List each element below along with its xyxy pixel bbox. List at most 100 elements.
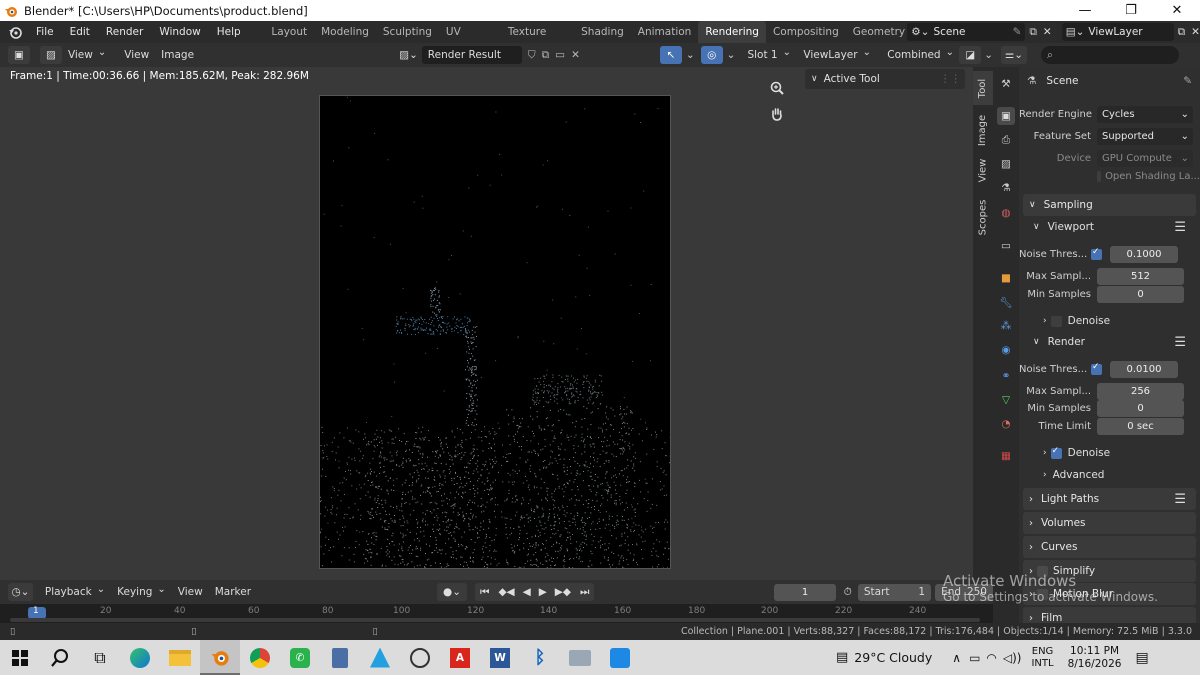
language-indicator[interactable]: ENG INTL (1031, 646, 1053, 670)
device-dropdown[interactable]: GPU Compute ⌄ (1097, 149, 1193, 167)
r-min-samples-field[interactable]: 0 (1097, 399, 1184, 417)
photos-app-icon[interactable] (600, 640, 640, 675)
preset-list-icon[interactable]: ☰ (1174, 492, 1186, 507)
blender-taskbar-icon[interactable] (200, 640, 240, 675)
render-tab-icon[interactable]: ▣ (997, 107, 1015, 125)
close-button[interactable]: ✕ (1154, 3, 1200, 18)
preset-list-icon[interactable]: ☰ (1174, 220, 1186, 235)
unlink-image-icon[interactable]: ✕ (571, 49, 580, 61)
store-app-icon[interactable] (360, 640, 400, 675)
calculator-icon[interactable] (320, 640, 360, 675)
render-engine-dropdown[interactable]: Cycles ⌄ (1097, 105, 1193, 123)
pan-hand-icon[interactable] (766, 103, 788, 125)
material-tab-icon[interactable]: ◔ (997, 415, 1015, 433)
vp-noise-field[interactable]: 0.1000 (1110, 245, 1178, 263)
battery-icon[interactable]: ▭ (969, 651, 980, 665)
maximize-button[interactable]: ❐ (1108, 3, 1154, 18)
channels-dropdown-icon[interactable]: ⌄ (984, 49, 993, 61)
vp-max-samples-field[interactable]: 512 (1097, 267, 1184, 285)
object-tab-icon[interactable]: ■ (997, 269, 1015, 287)
delete-scene-icon[interactable]: ✕ (1043, 26, 1052, 38)
menu-file[interactable]: File (28, 26, 62, 38)
open-shading-checkbox[interactable] (1097, 170, 1102, 182)
zoom-icon[interactable] (766, 77, 788, 99)
physics-tab-icon[interactable]: ◉ (997, 341, 1015, 359)
r-noise-field[interactable]: 0.0100 (1110, 360, 1178, 378)
sampling-panel[interactable]: ∨ Sampling (1023, 194, 1196, 216)
properties-editor-type-icon[interactable]: ⚌⌄ (1001, 46, 1027, 64)
chrome-icon[interactable] (240, 640, 280, 675)
texture-tab-icon[interactable]: ▦ (997, 447, 1015, 465)
display-channels-icon[interactable]: ◪ (959, 46, 982, 64)
timeline-ruler[interactable]: 1 20 40 60 80 100 120 140 160 180 200 22… (0, 604, 993, 623)
overlay-dropdown-icon[interactable]: ⌄ (727, 49, 736, 61)
word-icon[interactable]: W (480, 640, 520, 675)
tab-layout[interactable]: Layout (264, 21, 314, 43)
image-viewport[interactable]: Frame:1 | Time:00:36.66 | Mem:185.62M, P… (0, 67, 973, 580)
pin-icon[interactable]: ✎ (1183, 75, 1192, 87)
tab-sculpting[interactable]: Sculpting (376, 21, 439, 43)
bluetooth-icon[interactable]: ᛒ (520, 640, 560, 675)
vp-min-samples-field[interactable]: 0 (1097, 285, 1184, 303)
render-subpanel[interactable]: ∨ Render ☰ (1033, 332, 1196, 352)
menu-help[interactable]: Help (209, 26, 249, 38)
tab-rendering[interactable]: Rendering (698, 21, 766, 43)
edge-icon[interactable] (120, 640, 160, 675)
drag-handle-icon[interactable]: ⋮⋮ (940, 73, 961, 85)
new-scene-icon[interactable]: ⧉ (1029, 26, 1037, 39)
pass-dropdown[interactable]: Combined (881, 46, 959, 64)
collection-tab-icon[interactable]: ▭ (997, 237, 1015, 255)
play-reverse-icon[interactable]: ◀ (519, 586, 535, 598)
cursor-tool-icon[interactable]: ↖ (659, 46, 682, 64)
acrobat-icon[interactable]: A (440, 640, 480, 675)
overlay-icon[interactable]: ◎ (700, 46, 723, 64)
r-noise-checkbox[interactable] (1091, 362, 1102, 375)
timeline-scrollbar[interactable] (10, 618, 980, 622)
menu-edit[interactable]: Edit (62, 26, 98, 38)
view-layer-tab-icon[interactable]: ▨ (997, 155, 1015, 173)
new-image-icon[interactable]: ⧉ (542, 49, 550, 62)
prev-keyframe-icon[interactable]: ◆◀ (494, 586, 518, 598)
tab-texture-paint[interactable]: Texture Paint (501, 21, 574, 60)
volume-icon[interactable]: ◁)) (1003, 651, 1022, 665)
jump-end-icon[interactable]: ⏭ (575, 586, 594, 599)
viewlayer-dropdown[interactable]: ViewLayer (797, 46, 881, 64)
tab-geometry-nodes[interactable]: Geometry Noc (846, 21, 906, 43)
tool-tab-icon[interactable]: ⚒ (997, 75, 1015, 93)
show-hidden-icons-icon[interactable]: ∧ (952, 651, 961, 665)
tab-modeling[interactable]: Modeling (314, 21, 376, 43)
play-icon[interactable]: ▶ (535, 586, 551, 598)
tab-animation[interactable]: Animation (631, 21, 699, 43)
minimize-button[interactable]: — (1062, 3, 1108, 18)
image-name-field[interactable]: Render Result (421, 46, 522, 64)
clock[interactable]: 10:11 PM 8/16/2026 (1068, 645, 1122, 671)
network-app-icon[interactable] (560, 640, 600, 675)
viewport-subpanel[interactable]: ∨ Viewport ☰ (1033, 217, 1196, 237)
timeline-view-menu[interactable]: View (172, 583, 209, 601)
r-denoise-subpanel[interactable]: › Denoise (1033, 443, 1196, 463)
tool-dropdown-icon[interactable]: ⌄ (686, 49, 695, 61)
curves-panel[interactable]: › Curves (1023, 536, 1196, 558)
active-tool-panel[interactable]: ∨ Active Tool ⋮⋮ (805, 69, 965, 89)
jump-start-icon[interactable]: ⏮ (475, 586, 494, 599)
menu-view[interactable]: View (118, 46, 155, 64)
r-denoise-checkbox[interactable] (1050, 446, 1062, 459)
app-circle-icon[interactable] (400, 640, 440, 675)
preset-list-icon[interactable]: ☰ (1174, 335, 1186, 350)
image-mode-icon[interactable]: ▨ (39, 46, 62, 64)
new-viewlayer-icon[interactable]: ⧉ (1178, 26, 1186, 39)
time-limit-field[interactable]: 0 sec (1097, 417, 1184, 435)
open-image-icon[interactable]: ▭ (555, 49, 565, 61)
playback-menu[interactable]: Playback (39, 583, 111, 601)
viewlayer-field[interactable]: ViewLayer (1088, 26, 1142, 38)
tab-tool[interactable]: Tool (973, 71, 993, 105)
stopwatch-icon[interactable]: ⏱ (844, 586, 852, 599)
film-panel[interactable]: › Film (1023, 607, 1196, 623)
tab-scopes[interactable]: Scopes (973, 193, 993, 241)
vp-denoise-subpanel[interactable]: › Denoise (1033, 311, 1196, 331)
tab-image[interactable]: Image (973, 109, 993, 151)
feature-set-dropdown[interactable]: Supported ⌄ (1097, 127, 1193, 145)
pin-icon[interactable]: ✎ (1013, 26, 1026, 38)
tab-uv-editing[interactable]: UV Editing (439, 21, 501, 60)
image-browse-icon[interactable]: ▨⌄ (395, 49, 422, 61)
